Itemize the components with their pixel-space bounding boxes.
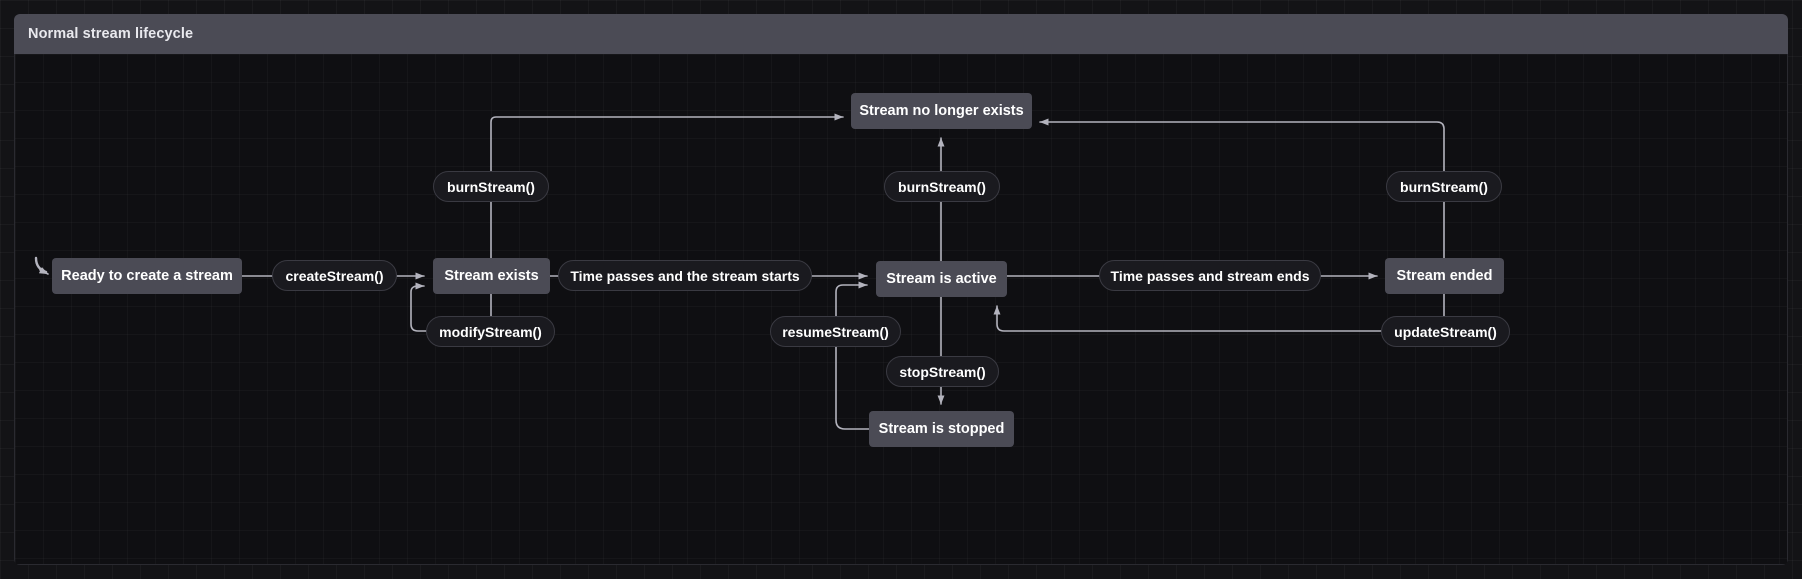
state-label: Stream exists xyxy=(444,268,539,284)
edge-label-text: updateStream() xyxy=(1394,323,1497,340)
edge-label-stopstream[interactable]: stopStream() xyxy=(886,356,999,387)
canvas-grid-background xyxy=(15,54,1787,564)
edge-label-text: resumeStream() xyxy=(782,323,889,340)
edge-label-text: stopStream() xyxy=(899,363,986,380)
state-node-stream-is-active[interactable]: Stream is active xyxy=(876,261,1007,297)
state-label: Ready to create a stream xyxy=(61,268,233,284)
edge-label-createstream[interactable]: createStream() xyxy=(272,260,397,291)
edge-label-updatestream[interactable]: updateStream() xyxy=(1381,316,1510,347)
diagram-canvas[interactable] xyxy=(14,54,1788,565)
edge-label-text: burnStream() xyxy=(447,178,535,195)
edge-label-text: burnStream() xyxy=(1400,178,1488,195)
state-label: Stream is stopped xyxy=(878,421,1005,437)
edge-label-burnstream-middle[interactable]: burnStream() xyxy=(884,171,1000,202)
edge-label-time-passes-stream-starts[interactable]: Time passes and the stream starts xyxy=(558,260,812,291)
state-node-stream-exists[interactable]: Stream exists xyxy=(433,258,550,294)
edge-label-burnstream-right[interactable]: burnStream() xyxy=(1386,171,1502,202)
state-label: Stream is active xyxy=(886,271,997,287)
edge-label-text: createStream() xyxy=(285,267,384,284)
panel-header: Normal stream lifecycle xyxy=(14,14,1788,54)
state-label: Stream no longer exists xyxy=(859,103,1024,119)
edge-label-text: Time passes and stream ends xyxy=(1110,267,1310,284)
edge-label-text: burnStream() xyxy=(898,178,986,195)
edge-label-time-passes-stream-ends[interactable]: Time passes and stream ends xyxy=(1099,260,1321,291)
edge-label-burnstream-left[interactable]: burnStream() xyxy=(433,171,549,202)
edge-label-resumestream[interactable]: resumeStream() xyxy=(770,316,901,347)
edge-label-text: modifyStream() xyxy=(439,323,542,340)
state-label: Stream ended xyxy=(1396,268,1493,284)
edge-label-text: Time passes and the stream starts xyxy=(570,267,800,284)
state-node-stream-is-stopped[interactable]: Stream is stopped xyxy=(869,411,1014,447)
state-node-stream-ended[interactable]: Stream ended xyxy=(1385,258,1504,294)
state-node-ready[interactable]: Ready to create a stream xyxy=(52,258,242,294)
diagram-root: Normal stream lifecycle Ready to create … xyxy=(0,0,1802,579)
state-node-stream-no-longer-exists[interactable]: Stream no longer exists xyxy=(851,93,1032,129)
edge-label-modifystream[interactable]: modifyStream() xyxy=(426,316,555,347)
page-title: Normal stream lifecycle xyxy=(28,26,194,42)
